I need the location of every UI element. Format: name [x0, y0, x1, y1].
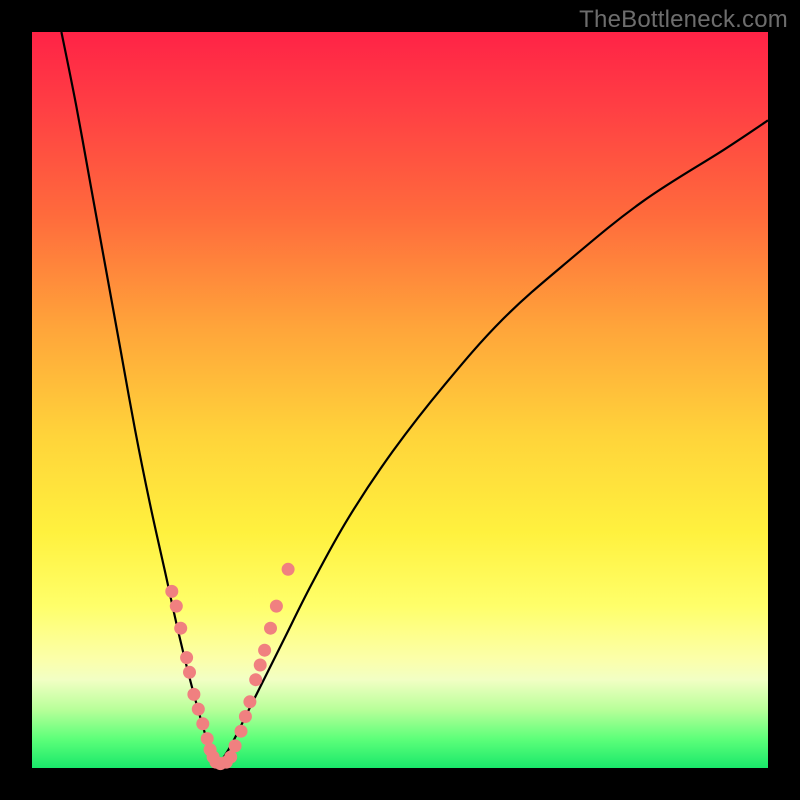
curves-svg: [32, 32, 768, 768]
scatter-dot: [201, 732, 214, 745]
scatter-dot: [174, 622, 187, 635]
scatter-dot: [170, 600, 183, 613]
scatter-dot: [282, 563, 295, 576]
scatter-dot: [249, 673, 262, 686]
scatter-dot: [183, 666, 196, 679]
watermark-text: TheBottleneck.com: [579, 6, 788, 34]
scatter-dot: [165, 585, 178, 598]
scatter-dot: [239, 710, 252, 723]
scatter-dot: [254, 659, 267, 672]
scatter-dot: [192, 703, 205, 716]
scatter-dot: [229, 739, 242, 752]
chart-frame: TheBottleneck.com: [0, 0, 800, 800]
scatter-dot: [224, 751, 237, 764]
scatter-dots: [165, 563, 294, 770]
scatter-dot: [270, 600, 283, 613]
right-branch-curve: [216, 120, 768, 768]
scatter-dot: [180, 651, 193, 664]
scatter-dot: [264, 622, 277, 635]
scatter-dot: [243, 695, 256, 708]
scatter-dot: [258, 644, 271, 657]
scatter-dot: [235, 725, 248, 738]
plot-area: [32, 32, 768, 768]
scatter-dot: [187, 688, 200, 701]
scatter-dot: [196, 717, 209, 730]
